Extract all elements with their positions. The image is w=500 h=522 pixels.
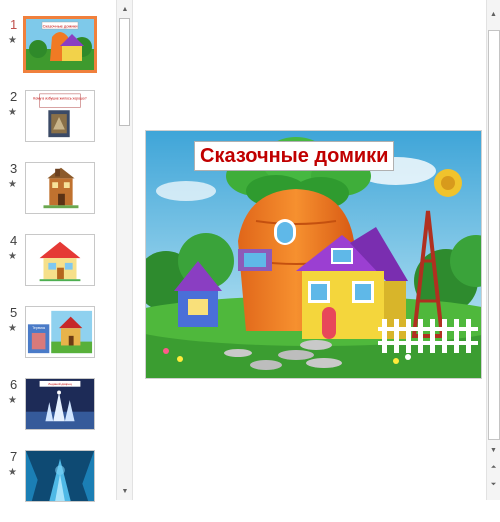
previous-slide-icon[interactable]: ⏶: [487, 461, 500, 474]
slide-number: 4: [10, 233, 18, 248]
slide-thumbnail-6[interactable]: 6 ★ Ледяной дворец: [0, 378, 116, 450]
slide-number: 3: [10, 161, 18, 176]
slide-thumbnail-2[interactable]: 2 ★ Кому в избушке жилось хорошо?: [0, 90, 116, 162]
slide-number: 6: [10, 377, 18, 392]
scroll-up-arrow-icon[interactable]: ▲: [487, 8, 500, 21]
scroll-down-arrow-icon[interactable]: ▼: [118, 483, 132, 499]
slide-preview[interactable]: Сказочные домики: [23, 16, 97, 73]
animation-star-icon: ★: [8, 179, 17, 190]
slide-canvas[interactable]: Сказочные домики: [145, 130, 482, 379]
slide-number: 2: [10, 89, 18, 104]
scroll-up-arrow-icon[interactable]: ▲: [118, 1, 132, 17]
slide-scrollbar[interactable]: ▲ ▼ ⏶ ⏷: [486, 0, 500, 500]
slide-thumbnail-3[interactable]: 3 ★: [0, 162, 116, 234]
slide-number: 1: [10, 17, 18, 32]
thumb-caption: Ледяной дворец: [48, 382, 72, 386]
scroll-down-arrow-icon[interactable]: ▼: [487, 444, 500, 457]
slide-preview[interactable]: Теремок: [25, 306, 95, 358]
slide-preview[interactable]: [25, 234, 95, 286]
animation-star-icon: ★: [8, 35, 17, 46]
scrollbar-thumb[interactable]: [119, 18, 130, 126]
animation-star-icon: ★: [8, 323, 17, 334]
next-slide-icon[interactable]: ⏷: [487, 478, 500, 491]
slide-preview[interactable]: [25, 450, 95, 502]
thumb-caption: Теремок: [32, 326, 45, 330]
slide-preview[interactable]: Ледяной дворец: [25, 378, 95, 430]
slide-thumbnail-1[interactable]: 1 ★ Сказочные домики: [0, 16, 116, 90]
slide-editing-area: Сказочные домики: [133, 0, 486, 500]
animation-star-icon: ★: [8, 467, 17, 478]
scrollbar-thumb[interactable]: [488, 30, 500, 440]
animation-star-icon: ★: [8, 395, 17, 406]
slide-thumbnail-4[interactable]: 4 ★: [0, 234, 116, 306]
animation-star-icon: ★: [8, 107, 17, 118]
slide-title[interactable]: Сказочные домики: [194, 141, 395, 171]
thumbnail-scrollbar[interactable]: ▲ ▼: [116, 0, 133, 500]
slide-number: 5: [10, 305, 18, 320]
thumb-caption: Кому в избушке жилось хорошо?: [33, 97, 86, 101]
thumb-caption: Сказочные домики: [43, 24, 78, 29]
slide-thumbnail-5[interactable]: 5 ★ Теремок: [0, 306, 116, 378]
slide-preview[interactable]: [25, 162, 95, 214]
animation-star-icon: ★: [8, 251, 17, 262]
slide-number: 7: [10, 449, 18, 464]
slide-thumbnail-pane: 1 ★ Сказочные домики 2 ★ Кому в избушке …: [0, 0, 116, 502]
slide-thumbnail-7[interactable]: 7 ★: [0, 450, 116, 522]
slide-preview[interactable]: Кому в избушке жилось хорошо?: [25, 90, 95, 142]
